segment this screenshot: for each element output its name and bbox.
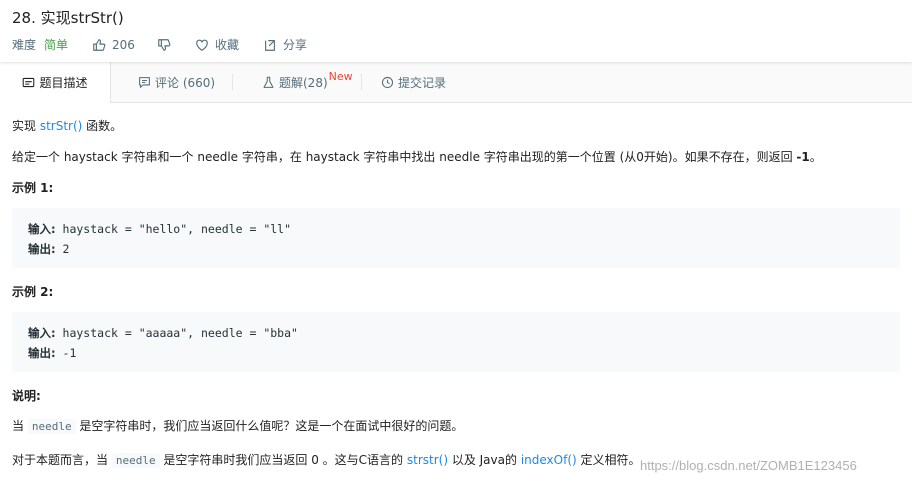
like-button[interactable]: 206 [92,38,135,52]
example-1-input: 输入: haystack = "hello", needle = "ll" [28,221,291,237]
problem-header: 28. 实现strStr() 难度 简单 206 收藏 分享 [0,0,912,62]
note-title: 说明: [12,389,41,403]
example-2-output: 输出: -1 [28,345,76,361]
tab-submissions-label: 提交记录 [398,75,447,90]
output-label: 输出: [28,346,56,360]
heart-icon [196,39,208,51]
input-value: haystack = "hello", needle = "ll" [55,222,292,236]
clock-icon [381,76,394,88]
description-icon [23,77,35,88]
return-value: -1 [796,150,810,164]
input-label: 输入: [28,326,56,340]
tab-description[interactable]: 题目描述 [0,62,111,103]
dislike-button[interactable] [157,38,171,52]
example-2-box: 输入: haystack = "aaaaa", needle = "bba" 输… [12,312,900,372]
problem-title: 28. 实现strStr() [12,9,124,27]
needle-code: needle [111,453,160,468]
tab-bar: 题目描述 评论 (660) 题解(28) New 提交记录 [0,62,912,103]
input-value: haystack = "aaaaa", needle = "bba" [55,326,298,340]
tab-solutions-label: 题解(28) [279,75,328,90]
strstr-c-link[interactable]: strstr() [407,453,448,467]
indexof-link[interactable]: indexOf() [521,453,577,467]
share-label: 分享 [282,38,307,52]
tab-submissions[interactable]: 提交记录 [381,62,446,102]
flask-icon [263,76,274,88]
favorite-label: 收藏 [214,38,239,52]
intro-prefix: 实现 [12,119,40,133]
comment-icon [139,76,150,88]
tab-solutions[interactable]: 题解(28) New [262,62,353,102]
note-2-mid: 是空字符串时我们应当返回 0 。这与C语言的 [159,453,407,467]
like-count: 206 [112,37,135,52]
share-button[interactable]: 分享 [263,36,307,53]
description-paragraph: 给定一个 haystack 字符串和一个 needle 字符串，在 haysta… [12,148,822,165]
problem-meta: 难度 简单 206 收藏 分享 [12,36,307,53]
example-2-title: 示例 2: [12,285,54,299]
description-end: 。 [809,150,822,164]
note-2-prefix: 对于本题而言，当 [12,453,112,467]
favorite-button[interactable]: 收藏 [195,36,239,53]
description-text: 给定一个 haystack 字符串和一个 needle 字符串，在 haysta… [12,150,797,164]
thumbs-down-icon [158,38,171,51]
output-value: -1 [55,346,77,360]
intro-suffix: 函数。 [82,119,123,133]
input-label: 输入: [28,222,56,236]
tab-description-label: 题目描述 [39,76,88,90]
tab-comments-label: 评论 (660) [155,75,216,90]
example-1-title: 示例 1: [12,181,54,195]
thumbs-up-icon [93,38,106,51]
tab-divider [232,74,233,90]
share-icon [265,39,275,51]
output-value: 2 [55,242,70,256]
watermark: https://blog.csdn.net/ZOMB1E123456 [640,458,857,473]
output-label: 输出: [28,242,56,256]
difficulty-value: 简单 [44,38,69,52]
tab-comments[interactable]: 评论 (660) [138,62,215,102]
example-1-box: 输入: haystack = "hello", needle = "ll" 输出… [12,208,900,268]
needle-code: needle [27,419,76,434]
tab-divider [361,74,362,90]
note-1-prefix: 当 [12,419,28,433]
note-2-end: 定义相符。 [576,453,641,467]
note-2-mid2: 以及 Java的 [448,453,521,467]
strstr-link[interactable]: strStr() [40,119,83,133]
example-1-output: 输出: 2 [28,241,69,257]
intro-paragraph: 实现 strStr() 函数。 [12,117,122,134]
difficulty-label: 难度 [12,38,37,52]
note-1-suffix: 是空字符串时，我们应当返回什么值呢？这是一个在面试中很好的问题。 [75,419,464,433]
note-paragraph-1: 当 needle 是空字符串时，我们应当返回什么值呢？这是一个在面试中很好的问题… [12,417,463,434]
new-badge: New [328,69,353,83]
example-2-input: 输入: haystack = "aaaaa", needle = "bba" [28,325,298,341]
note-paragraph-2: 对于本题而言，当 needle 是空字符串时我们应当返回 0 。这与C语言的 s… [12,451,641,468]
